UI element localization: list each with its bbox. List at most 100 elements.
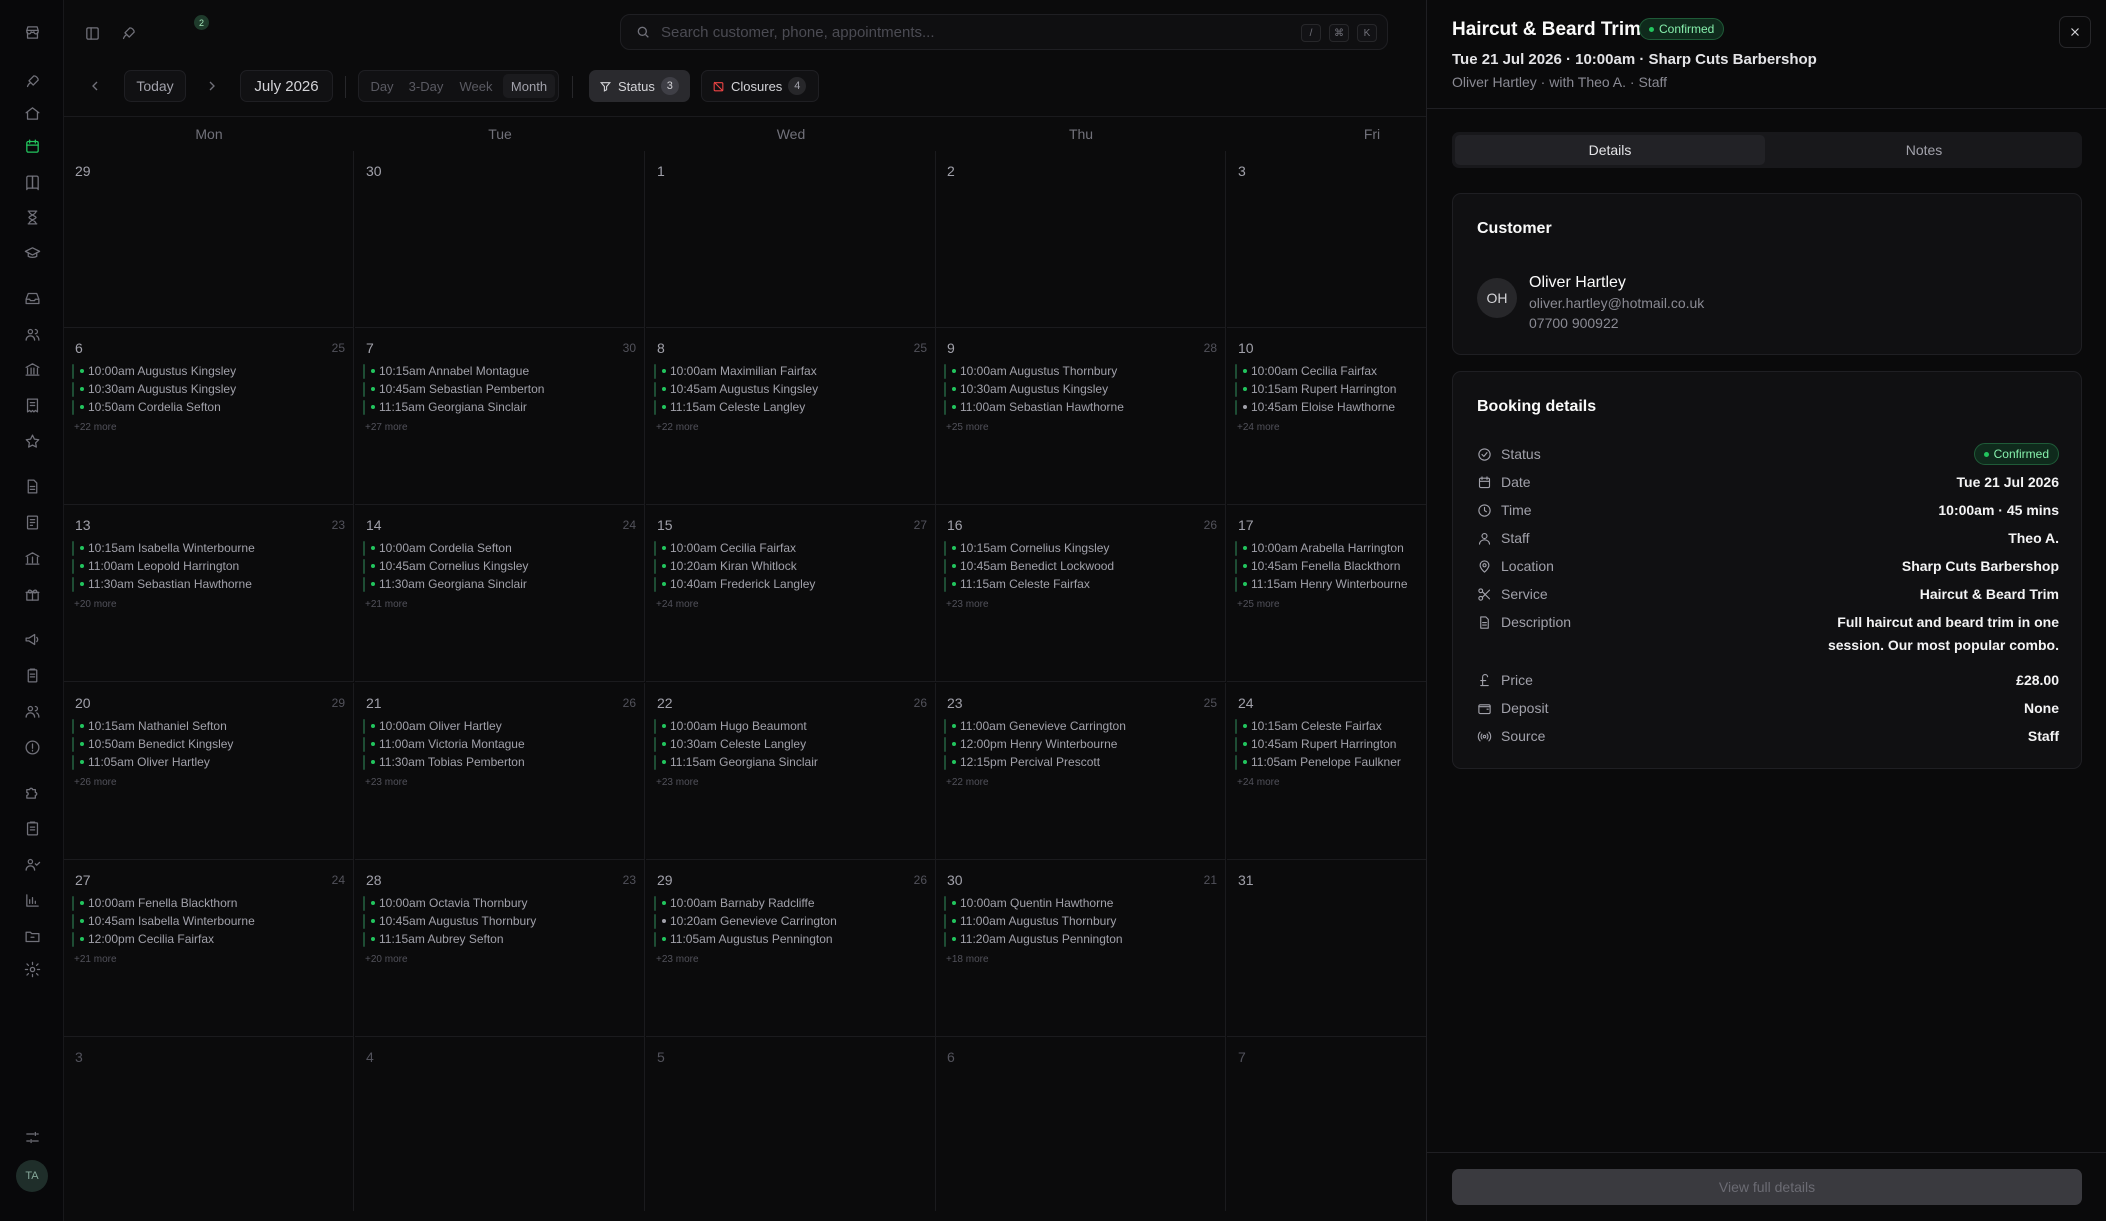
appointment-chip[interactable]: 10:45am Rupert Harrington [1235,737,1426,752]
appointment-chip[interactable]: 11:00am Victoria Montague [363,737,633,752]
gift-icon[interactable] [20,582,44,606]
calendar-day-cell[interactable]: 17 10:00am Arabella Harrington 10:45am Fen… [1227,505,1426,682]
book-icon[interactable] [20,170,44,194]
more-appointments-link[interactable]: +21 more [74,954,117,965]
appointment-chip[interactable]: 10:30am Augustus Kingsley [944,382,1214,397]
user-check-icon[interactable] [20,852,44,876]
appointment-chip[interactable]: 10:30am Augustus Kingsley [72,382,342,397]
calendar-day-cell[interactable]: 14 24 10:00am Cordelia Sefton 10:45am Corne… [355,505,645,682]
appointment-chip[interactable]: 11:20am Augustus Pennington [944,932,1214,947]
calendar-day-cell[interactable]: 21 26 10:00am Oliver Hartley 11:00am Victor… [355,683,645,860]
appointment-chip[interactable]: 10:00am Augustus Kingsley [72,364,342,379]
appointment-chip[interactable]: 10:45am Cornelius Kingsley [363,559,633,574]
appointment-chip[interactable]: 10:00am Oliver Hartley [363,719,633,734]
appointment-chip[interactable]: 11:05am Augustus Pennington [654,932,924,947]
appointment-chip[interactable]: 12:15pm Percival Prescott [944,755,1214,770]
calendar-day-cell[interactable]: 29 [64,151,354,328]
closures-button[interactable]: Closures 4 [701,70,819,102]
today-button[interactable]: Today [124,70,186,102]
folder-icon[interactable] [20,924,44,948]
appointment-chip[interactable]: 10:00am Cecilia Fairfax [1235,364,1426,379]
graduation-icon[interactable] [20,241,44,265]
more-appointments-link[interactable]: +20 more [74,599,117,610]
calendar-icon[interactable] [20,134,44,158]
more-appointments-link[interactable]: +22 more [74,422,117,433]
appointment-chip[interactable]: 10:00am Arabella Harrington [1235,541,1426,556]
more-appointments-link[interactable]: +26 more [74,777,117,788]
appointment-chip[interactable]: 11:15am Celeste Fairfax [944,577,1214,592]
calendar-day-cell[interactable]: 9 28 10:00am Augustus Thornbury 10:30am Aug… [936,328,1226,505]
sidebar-toggle-icon[interactable] [80,21,104,45]
calendar-day-cell[interactable]: 6 [936,1037,1226,1211]
appointment-chip[interactable]: 10:50am Benedict Kingsley [72,737,342,752]
appointment-chip[interactable]: 10:45am Sebastian Pemberton [363,382,633,397]
appointment-chip[interactable]: 11:30am Georgiana Sinclair [363,577,633,592]
more-appointments-link[interactable]: +24 more [1237,777,1280,788]
hourglass-icon[interactable] [20,205,44,229]
view-month[interactable]: Month [503,74,555,98]
settings-icon[interactable] [20,957,44,981]
appointment-chip[interactable]: 10:00am Hugo Beaumont [654,719,924,734]
view-week[interactable]: Week [451,74,501,98]
customer-phone[interactable]: 07700 900922 [1529,315,1619,331]
calendar-day-cell[interactable]: 22 26 10:00am Hugo Beaumont 10:30am Celeste… [646,683,936,860]
more-appointments-link[interactable]: +24 more [1237,422,1280,433]
appointment-chip[interactable]: 10:30am Celeste Langley [654,737,924,752]
building-icon[interactable] [20,546,44,570]
calendar-day-cell[interactable]: 2 [936,151,1226,328]
checklist-icon[interactable] [20,816,44,840]
more-appointments-link[interactable]: +23 more [656,954,699,965]
appointment-chip[interactable]: 11:05am Penelope Faulkner [1235,755,1426,770]
calendar-day-cell[interactable]: 7 30 10:15am Annabel Montague 10:45am Sebas… [355,328,645,505]
appointment-chip[interactable]: 12:00pm Cecilia Fairfax [72,932,342,947]
appointment-chip[interactable]: 11:00am Augustus Thornbury [944,914,1214,929]
appointment-chip[interactable]: 10:45am Benedict Lockwood [944,559,1214,574]
more-appointments-link[interactable]: +22 more [946,777,989,788]
puzzle-icon[interactable] [20,780,44,804]
appointment-chip[interactable]: 11:15am Georgiana Sinclair [363,400,633,415]
more-appointments-link[interactable]: +24 more [656,599,699,610]
calendar-day-cell[interactable]: 13 23 10:15am Isabella Winterbourne 11:00am… [64,505,354,682]
home-icon[interactable] [20,101,44,125]
calendar-day-cell[interactable]: 8 25 10:00am Maximilian Fairfax 10:45am Aug… [646,328,936,505]
appointment-chip[interactable]: 10:50am Cordelia Sefton [72,400,342,415]
appointment-chip[interactable]: 10:15am Rupert Harrington [1235,382,1426,397]
help-circle-icon[interactable] [20,735,44,759]
calendar-day-cell[interactable]: 23 25 11:00am Genevieve Carrington 12:00pm … [936,683,1226,860]
appointment-chip[interactable]: 10:00am Quentin Hawthorne [944,896,1214,911]
more-appointments-link[interactable]: +23 more [946,599,989,610]
appointment-chip[interactable]: 11:30am Sebastian Hawthorne [72,577,342,592]
month-picker[interactable]: July 2026 [240,70,333,102]
appointment-chip[interactable]: 10:45am Fenella Blackthorn [1235,559,1426,574]
more-appointments-link[interactable]: +22 more [656,422,699,433]
calendar-day-cell[interactable]: 30 [355,151,645,328]
more-appointments-link[interactable]: +25 more [1237,599,1280,610]
appointment-chip[interactable]: 11:15am Georgiana Sinclair [654,755,924,770]
appointment-chip[interactable]: 10:15am Nathaniel Sefton [72,719,342,734]
store-icon[interactable] [20,20,44,44]
search-input[interactable] [661,15,1201,49]
appointment-chip[interactable]: 10:00am Barnaby Radcliffe [654,896,924,911]
calendar-day-cell[interactable]: 6 25 10:00am Augustus Kingsley 10:30am Augu… [64,328,354,505]
chevron-right-icon[interactable] [204,78,220,94]
more-appointments-link[interactable]: +25 more [946,422,989,433]
appointment-chip[interactable]: 10:00am Maximilian Fairfax [654,364,924,379]
appointment-chip[interactable]: 10:40am Frederick Langley [654,577,924,592]
sliders-icon[interactable] [20,1125,44,1149]
more-appointments-link[interactable]: +23 more [656,777,699,788]
rocket-icon[interactable] [116,21,140,45]
calendar-day-cell[interactable]: 4 [355,1037,645,1211]
appointment-chip[interactable]: 11:15am Henry Winterbourne [1235,577,1426,592]
calendar-day-cell[interactable]: 3 [1227,151,1426,328]
appointment-chip[interactable]: 10:00am Augustus Thornbury [944,364,1214,379]
more-appointments-link[interactable]: +21 more [365,599,408,610]
more-appointments-link[interactable]: +18 more [946,954,989,965]
appointment-chip[interactable]: 10:45am Augustus Thornbury [363,914,633,929]
appointment-chip[interactable]: 10:00am Fenella Blackthorn [72,896,342,911]
tab-notes[interactable]: Notes [1769,135,2079,165]
appointment-chip[interactable]: 12:00pm Henry Winterbourne [944,737,1214,752]
appointment-chip[interactable]: 11:15am Aubrey Sefton [363,932,633,947]
appointment-chip[interactable]: 11:00am Leopold Harrington [72,559,342,574]
status-filter-button[interactable]: Status 3 [589,70,690,102]
avatar[interactable]: TA [16,1160,48,1192]
